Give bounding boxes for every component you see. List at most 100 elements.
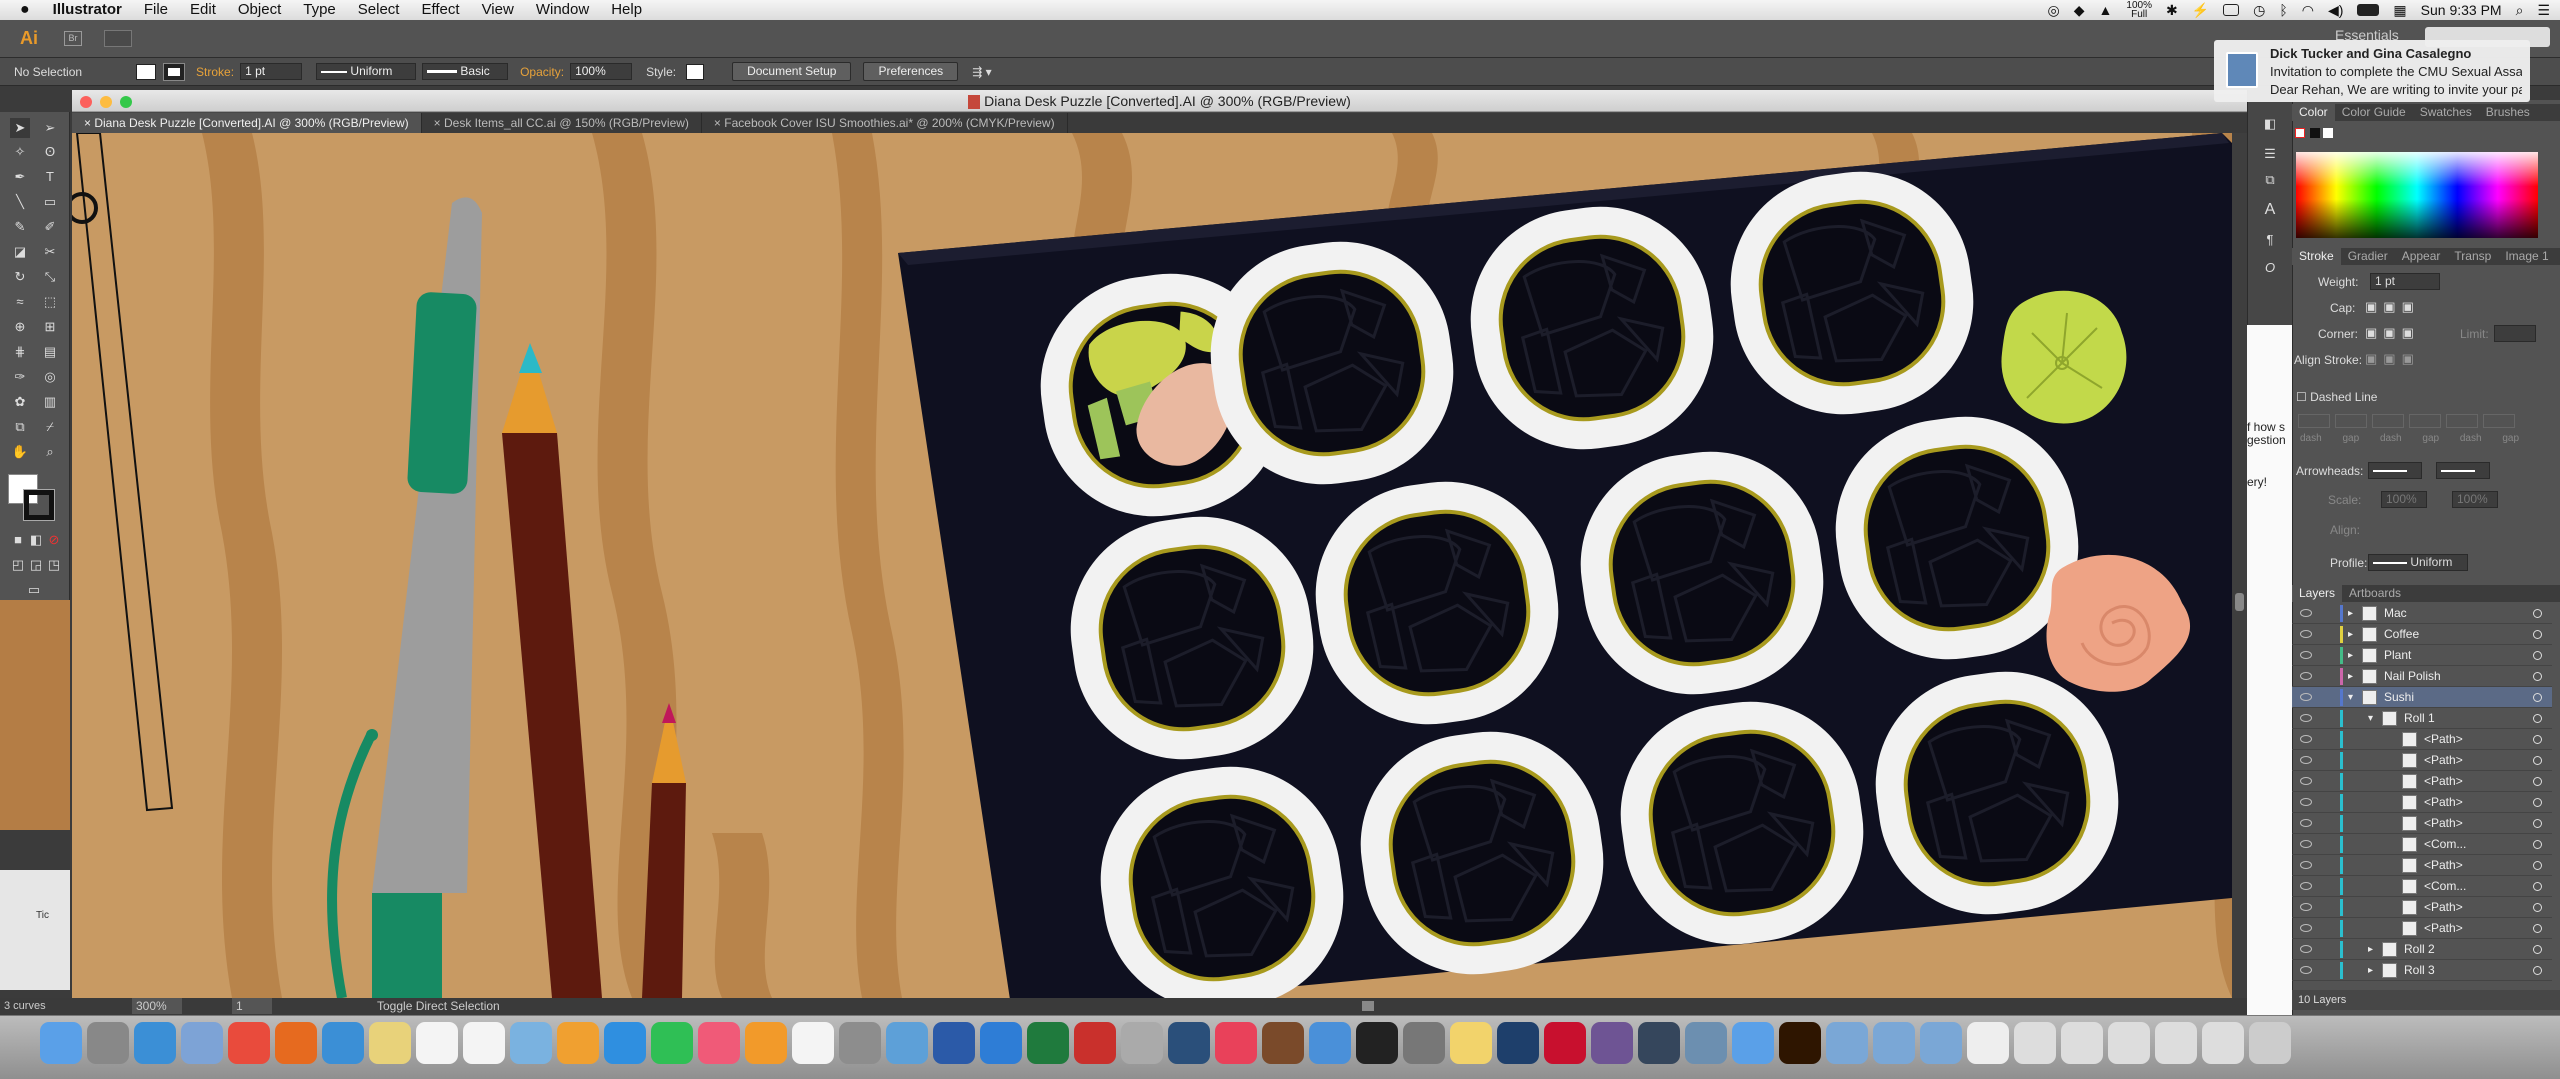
battery-icon[interactable] xyxy=(2357,4,2380,16)
target-circle-icon[interactable] xyxy=(2533,945,2542,954)
dock-window3-icon[interactable] xyxy=(2108,1022,2150,1064)
eyedropper-icon[interactable]: ✑ xyxy=(10,367,30,387)
menu-help[interactable]: Help xyxy=(600,0,653,20)
dock-firefox-icon[interactable] xyxy=(275,1022,317,1064)
gradient-mode-icon[interactable]: ◧ xyxy=(26,530,46,550)
tab-layers[interactable]: Layers xyxy=(2292,585,2343,602)
clock-text[interactable]: Sun 9:33 PM xyxy=(2421,2,2502,18)
target-circle-icon[interactable] xyxy=(2533,798,2542,807)
perspective-grid-icon[interactable]: ⊞ xyxy=(40,317,60,337)
layer-row[interactable]: ▸ Roll 2 xyxy=(2292,939,2552,960)
panel-dock-icon[interactable]: ◧ xyxy=(2260,114,2280,134)
preferences-button[interactable]: Preferences xyxy=(863,62,959,81)
dock-dictionary-icon[interactable] xyxy=(1262,1022,1304,1064)
target-circle-icon[interactable] xyxy=(2533,861,2542,870)
dock-safari-alt-icon[interactable] xyxy=(322,1022,364,1064)
dock-downloads-icon[interactable] xyxy=(1920,1022,1962,1064)
eraser-icon[interactable]: ◪ xyxy=(10,242,30,262)
dock-automator-icon[interactable] xyxy=(1403,1022,1445,1064)
target-circle-icon[interactable] xyxy=(2533,924,2542,933)
visibility-eye-icon[interactable] xyxy=(2300,777,2312,785)
tab-gradient[interactable]: Gradier xyxy=(2341,248,2395,265)
visibility-eye-icon[interactable] xyxy=(2300,672,2312,680)
dock-opera-icon[interactable] xyxy=(1544,1022,1586,1064)
target-circle-icon[interactable] xyxy=(2533,882,2542,891)
brush-definition[interactable]: Basic xyxy=(422,63,509,80)
artwork-canvas[interactable] xyxy=(72,133,2232,998)
opacity-label[interactable]: Opacity: xyxy=(520,65,564,79)
menu-select[interactable]: Select xyxy=(347,0,411,20)
visibility-eye-icon[interactable] xyxy=(2300,798,2312,806)
display-icon[interactable] xyxy=(2223,4,2240,16)
layer-row[interactable]: ▸ Roll 3 xyxy=(2292,960,2552,981)
dock-photos-icon[interactable] xyxy=(557,1022,599,1064)
symbol-sprayer-icon[interactable]: ✿ xyxy=(10,392,30,412)
visibility-eye-icon[interactable] xyxy=(2300,924,2312,932)
fill-swatch[interactable] xyxy=(136,63,157,80)
dock-preview-icon[interactable] xyxy=(510,1022,552,1064)
vertical-scrollbar[interactable] xyxy=(2232,133,2247,998)
layer-row[interactable]: ▾ Sushi xyxy=(2292,687,2552,708)
layer-row[interactable]: <Path> xyxy=(2292,855,2552,876)
paragraph-icon[interactable]: ¶ xyxy=(2260,230,2280,250)
bridge-button[interactable]: Br xyxy=(64,31,82,46)
tab-diana-desk-puzzle[interactable]: × Diana Desk Puzzle [Converted].AI @ 300… xyxy=(72,113,422,133)
target-circle-icon[interactable] xyxy=(2533,714,2542,723)
scale-end-field[interactable]: 100% xyxy=(2452,491,2498,508)
expand-arrow-icon[interactable]: ▸ xyxy=(2368,939,2373,960)
dock-photoshop-icon[interactable] xyxy=(1497,1022,1539,1064)
layer-row[interactable]: <Path> xyxy=(2292,813,2552,834)
zoom-field[interactable]: 300% xyxy=(132,998,182,1014)
magic-wand-icon[interactable]: ✧ xyxy=(10,142,30,162)
layer-row[interactable]: ▸ Nail Polish xyxy=(2292,666,2552,687)
bluetooth-icon[interactable]: ᛒ xyxy=(2279,2,2287,18)
scroll-thumb[interactable] xyxy=(2235,593,2244,611)
white-swatch[interactable] xyxy=(2323,128,2333,138)
layer-row[interactable]: <Path> xyxy=(2292,918,2552,939)
layer-row[interactable]: <Path> xyxy=(2292,771,2552,792)
warp-tool-icon[interactable]: ≈ xyxy=(10,292,30,312)
direct-selection-tool-icon[interactable]: ➢ xyxy=(40,118,60,138)
dock-window2-icon[interactable] xyxy=(2061,1022,2103,1064)
menu-window[interactable]: Window xyxy=(525,0,600,20)
target-circle-icon[interactable] xyxy=(2533,693,2542,702)
tab-facebook-cover[interactable]: × Facebook Cover ISU Smoothies.ai* @ 200… xyxy=(702,113,1068,133)
dock-calendar-icon[interactable] xyxy=(463,1022,505,1064)
dock-app-store-icon[interactable] xyxy=(604,1022,646,1064)
pen-tool-icon[interactable]: ✒ xyxy=(10,167,30,187)
mail-notification[interactable]: Dick Tucker and Gina Casalegno Invitatio… xyxy=(2214,40,2530,102)
visibility-eye-icon[interactable] xyxy=(2300,630,2312,638)
dock-migration-icon[interactable] xyxy=(886,1022,928,1064)
dock-system-prefs-icon[interactable] xyxy=(839,1022,881,1064)
visibility-eye-icon[interactable] xyxy=(2300,819,2312,827)
wifi-icon[interactable]: ◠ xyxy=(2302,2,2314,19)
tab-swatches[interactable]: Swatches xyxy=(2413,104,2479,121)
visibility-eye-icon[interactable] xyxy=(2300,882,2312,890)
visibility-eye-icon[interactable] xyxy=(2300,735,2312,743)
none-swatch[interactable] xyxy=(2295,128,2305,138)
black-swatch[interactable] xyxy=(2310,128,2320,138)
limit-field[interactable] xyxy=(2494,325,2536,342)
lightning-icon[interactable]: ⚡ xyxy=(2192,2,2209,19)
visibility-eye-icon[interactable] xyxy=(2300,714,2312,722)
draw-behind-icon[interactable]: ◲ xyxy=(26,555,46,575)
stroke-color-box[interactable] xyxy=(23,489,55,521)
dock-ibooks-icon[interactable] xyxy=(745,1022,787,1064)
document-setup-button[interactable]: Document Setup xyxy=(732,62,852,81)
target-circle-icon[interactable] xyxy=(2533,672,2542,681)
dock-lightroom-icon[interactable] xyxy=(1168,1022,1210,1064)
dock-mail-icon[interactable] xyxy=(181,1022,223,1064)
corner-buttons[interactable]: ▣▣▣ xyxy=(2365,325,2420,341)
dock-safari-icon[interactable] xyxy=(134,1022,176,1064)
apple-icon[interactable]: ● xyxy=(0,0,42,20)
blend-tool-icon[interactable]: ◎ xyxy=(40,367,60,387)
gradient-tool-icon[interactable]: ▤ xyxy=(40,342,60,362)
dashed-line-checkbox[interactable]: ☐ Dashed Line xyxy=(2296,390,2377,404)
dock-reminders-icon[interactable] xyxy=(416,1022,458,1064)
pencil-tool-icon[interactable]: ✐ xyxy=(40,217,60,237)
tab-image-trace[interactable]: Image 1 xyxy=(2498,248,2555,265)
target-circle-icon[interactable] xyxy=(2533,819,2542,828)
lasso-icon[interactable]: ʘ xyxy=(40,142,60,162)
selection-tool-icon[interactable]: ➤ xyxy=(10,118,30,138)
dock-calendar-day-icon[interactable] xyxy=(792,1022,834,1064)
